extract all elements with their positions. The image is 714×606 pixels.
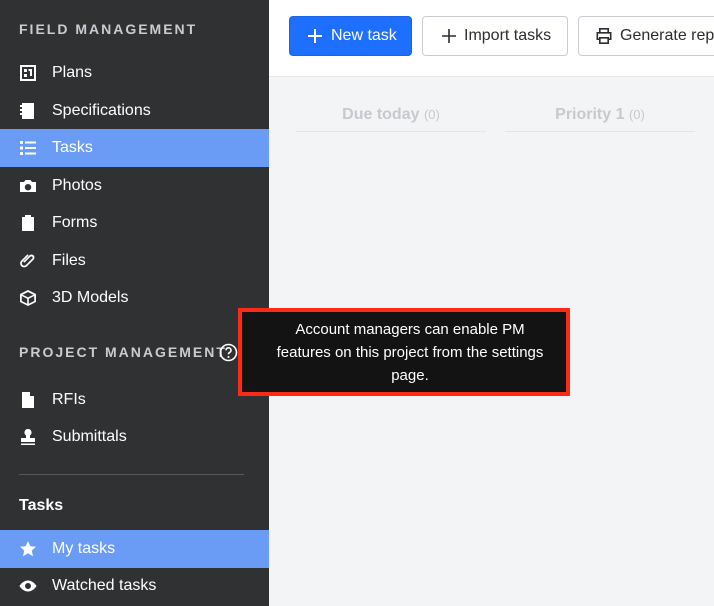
sidebar-item-files[interactable]: Files [0, 242, 269, 280]
sidebar-item-watched-tasks[interactable]: Watched tasks [0, 567, 269, 605]
sidebar-item-plans[interactable]: Plans [0, 54, 269, 92]
import-tasks-button[interactable]: Import tasks [422, 16, 568, 56]
stamp-icon [18, 427, 38, 447]
clipboard-icon [18, 213, 38, 233]
tooltip-text: Account managers can enable PM features … [276, 321, 544, 384]
sidebar-item-specifications[interactable]: Specifications [0, 92, 269, 130]
main-content: New task Import tasks Generate rep Due t… [269, 0, 714, 606]
column-header-priority-1: Priority 1 (0) [505, 100, 695, 132]
printer-icon [596, 28, 612, 44]
column-count: (0) [628, 107, 645, 122]
sidebar-item-my-tasks[interactable]: My tasks [0, 530, 269, 568]
list-icon [18, 138, 38, 158]
new-task-button[interactable]: New task [289, 16, 412, 56]
sidebar-item-forms[interactable]: Forms [0, 204, 269, 242]
tasks-section-heading: Tasks [19, 497, 64, 514]
sidebar-item-label: 3D Models [52, 289, 129, 306]
column-title: Due today [342, 106, 420, 123]
camera-icon [18, 176, 38, 196]
eye-icon [18, 576, 38, 596]
help-icon[interactable] [219, 343, 238, 362]
sidebar-item-3d-models[interactable]: 3D Models [0, 279, 269, 317]
sidebar-item-label: Photos [52, 177, 102, 194]
new-task-label: New task [331, 27, 397, 44]
sidebar-item-label: Watched tasks [52, 577, 157, 594]
sidebar-item-label: Tasks [52, 139, 93, 156]
sidebar-item-label: Specifications [52, 102, 151, 119]
sidebar-item-submittals[interactable]: Submittals [0, 418, 269, 456]
rfi-document-icon [18, 390, 38, 410]
column-title: Priority 1 [555, 106, 625, 123]
cube-icon [18, 288, 38, 308]
sidebar-item-rfis[interactable]: RFIs [0, 381, 269, 419]
plans-icon [18, 63, 38, 83]
column-count: (0) [423, 107, 440, 122]
sidebar-item-photos[interactable]: Photos [0, 167, 269, 205]
sidebar-item-label: Plans [52, 64, 93, 81]
sidebar-item-label: Files [52, 252, 86, 269]
import-tasks-label: Import tasks [464, 27, 552, 44]
sidebar-item-label: My tasks [52, 540, 116, 557]
specifications-icon [18, 101, 38, 121]
field-management-title: FIELD MANAGEMENT [19, 21, 198, 37]
sidebar-item-tasks[interactable]: Tasks [0, 129, 269, 167]
plus-icon [442, 29, 456, 43]
toolbar: New task Import tasks Generate rep [269, 0, 714, 77]
sidebar-item-label: Forms [52, 214, 98, 231]
sidebar: FIELD MANAGEMENT Plans Specifications Ta… [0, 0, 269, 606]
star-icon [18, 539, 38, 559]
column-header-due-today: Due today (0) [296, 100, 486, 132]
project-management-title: PROJECT MANAGEMENT [19, 344, 227, 360]
sidebar-divider [19, 474, 244, 475]
sidebar-item-label: RFIs [52, 391, 86, 408]
plus-icon [308, 29, 322, 43]
pm-features-tooltip: Account managers can enable PM features … [238, 308, 570, 396]
paperclip-icon [18, 251, 38, 271]
generate-report-label: Generate rep [620, 27, 714, 44]
sidebar-item-label: Submittals [52, 428, 127, 445]
generate-report-button[interactable]: Generate rep [578, 16, 714, 56]
